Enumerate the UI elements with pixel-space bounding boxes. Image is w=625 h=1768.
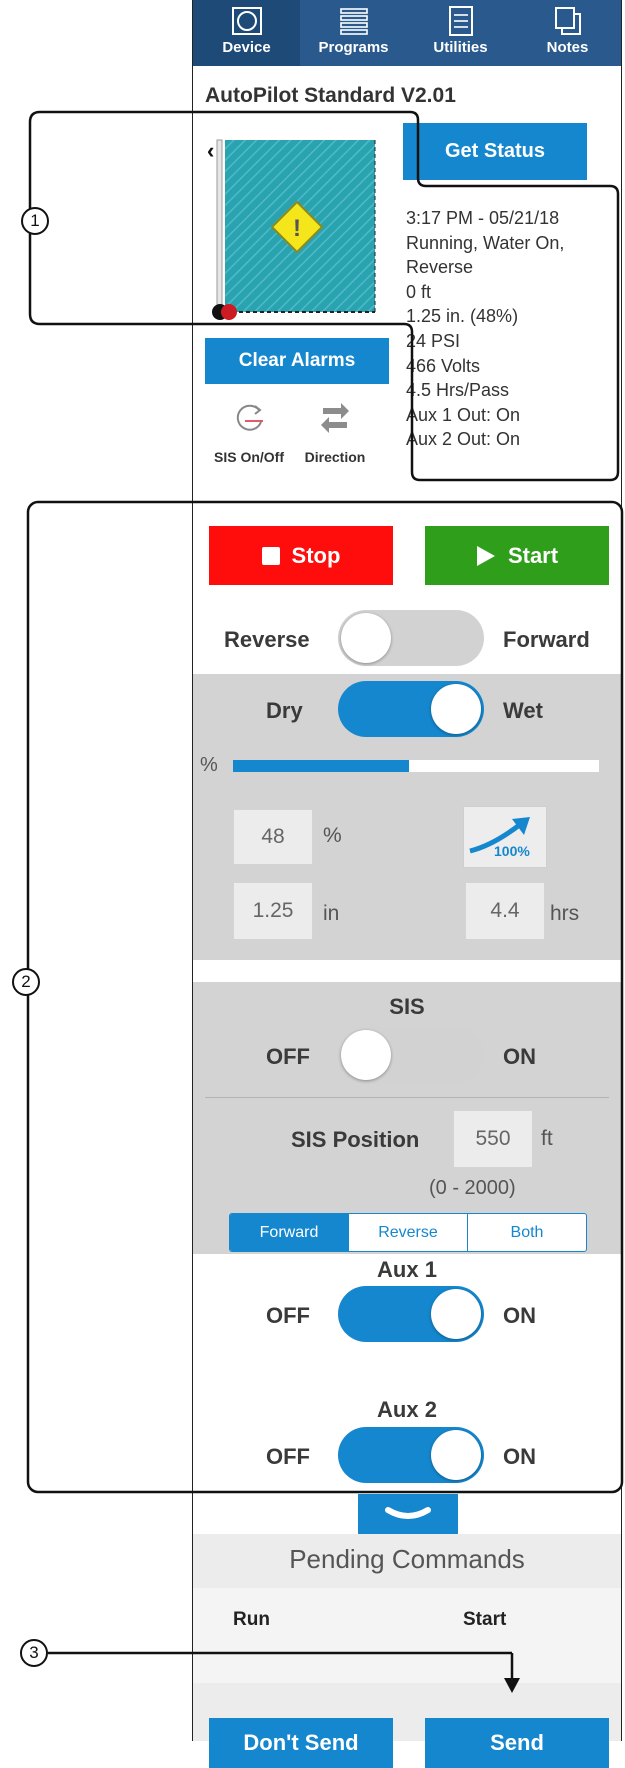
callout-2: 2 [12, 968, 40, 996]
callout-1: 1 [21, 207, 49, 235]
callout-3: 3 [20, 1639, 48, 1667]
callout-lines [26, 110, 624, 1693]
